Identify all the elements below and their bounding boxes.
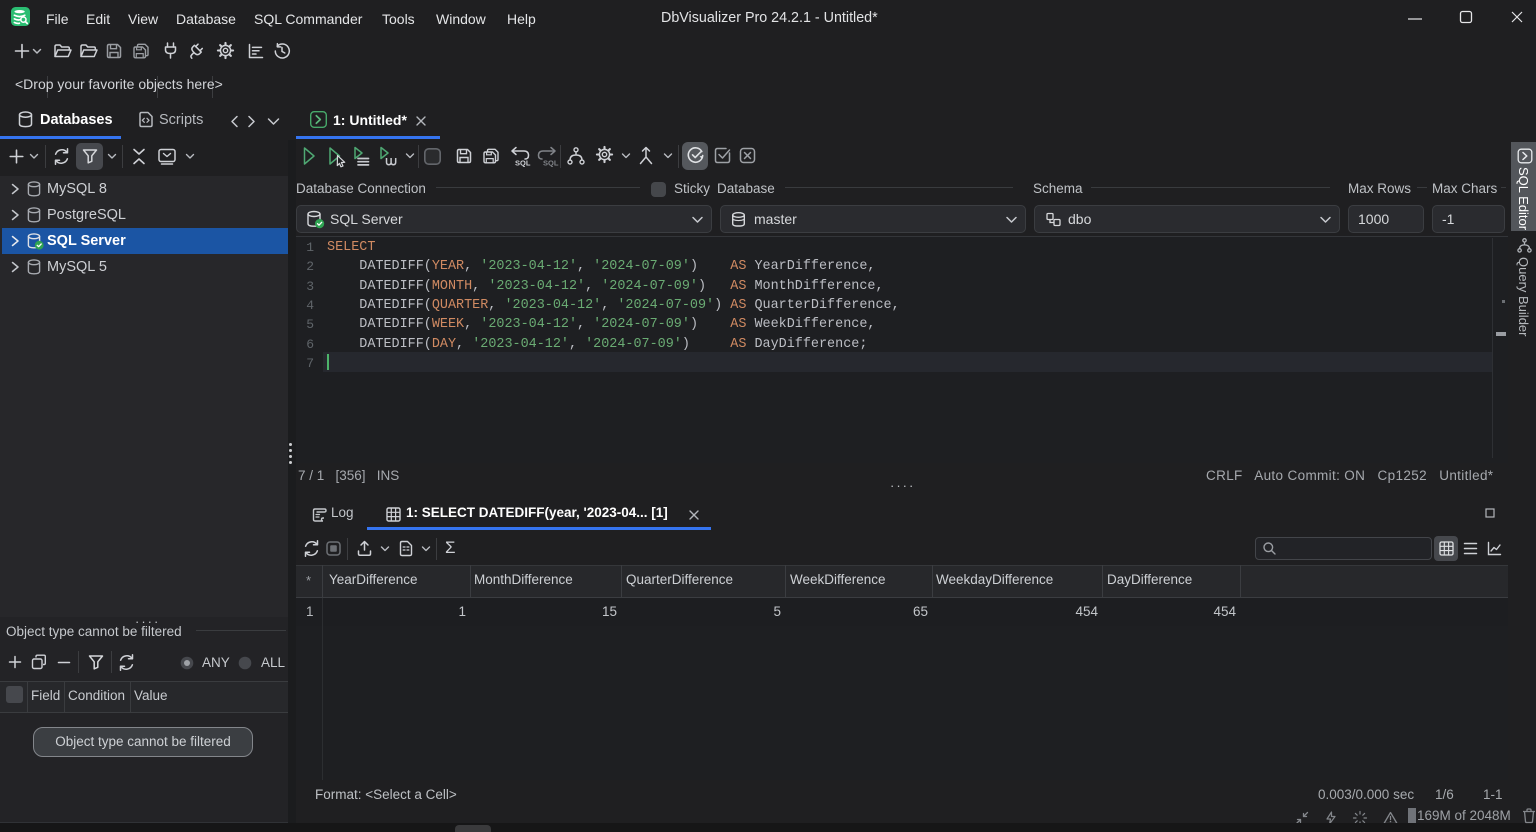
svg-text:SQL: SQL	[515, 159, 531, 168]
svg-text:SQL: SQL	[543, 159, 559, 168]
